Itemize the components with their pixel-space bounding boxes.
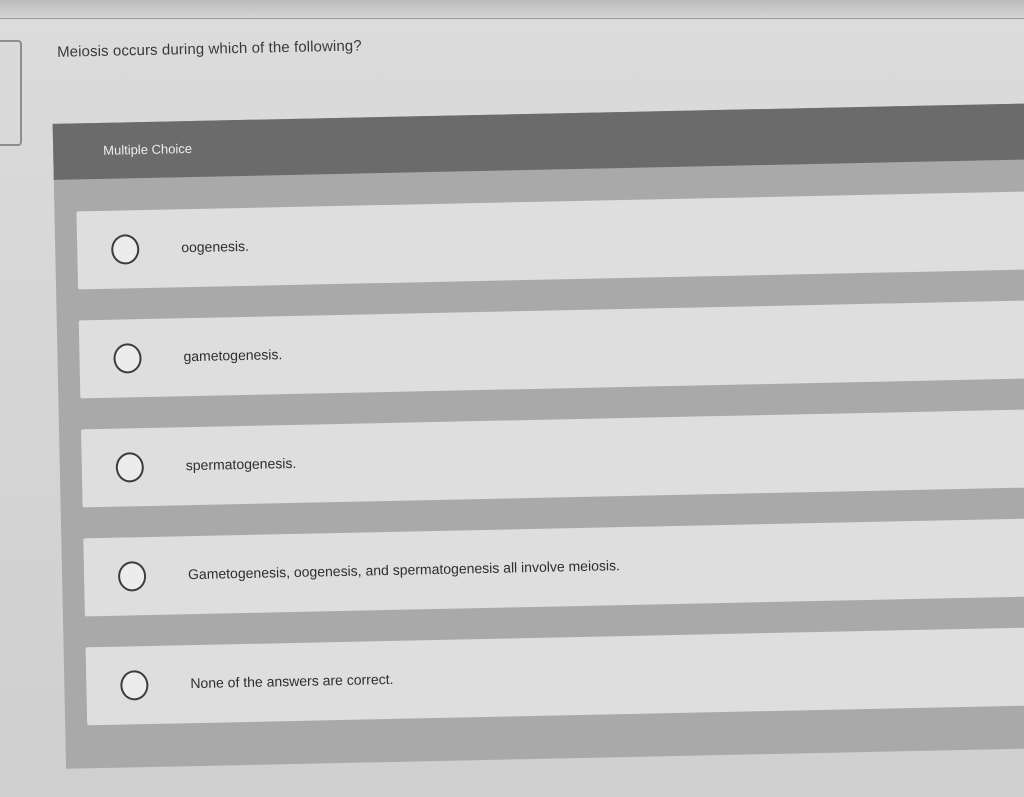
answer-option-label: spermatogenesis. <box>185 454 297 474</box>
answer-option-5[interactable]: None of the answers are correct. <box>85 626 1024 726</box>
question-text: Meiosis occurs during which of the follo… <box>56 37 362 61</box>
radio-icon[interactable] <box>120 670 149 701</box>
radio-icon[interactable] <box>117 561 147 592</box>
answer-option-label: Gametogenesis, oogenesis, and spermatoge… <box>187 557 621 583</box>
answer-option-label: None of the answers are correct. <box>190 670 394 692</box>
multiple-choice-label: Multiple Choice <box>103 141 193 158</box>
radio-icon[interactable] <box>110 234 140 265</box>
multiple-choice-header: Multiple Choice <box>52 103 1024 180</box>
radio-icon[interactable] <box>115 452 145 483</box>
radio-icon[interactable] <box>113 343 142 374</box>
multiple-choice-panel: Multiple Choice oogenesis. gametogenesis… <box>52 103 1024 769</box>
question-area: Meiosis occurs during which of the follo… <box>0 0 1024 797</box>
answer-option-3[interactable]: spermatogenesis. <box>81 408 1024 508</box>
answer-option-1[interactable]: oogenesis. <box>76 190 1024 290</box>
answer-option-4[interactable]: Gametogenesis, oogenesis, and spermatoge… <box>83 517 1024 617</box>
answer-option-label: oogenesis. <box>181 237 250 256</box>
answer-option-2[interactable]: gametogenesis. <box>78 299 1024 399</box>
answer-option-label: gametogenesis. <box>183 346 283 365</box>
quiz-page: Meiosis occurs during which of the follo… <box>0 0 1024 797</box>
